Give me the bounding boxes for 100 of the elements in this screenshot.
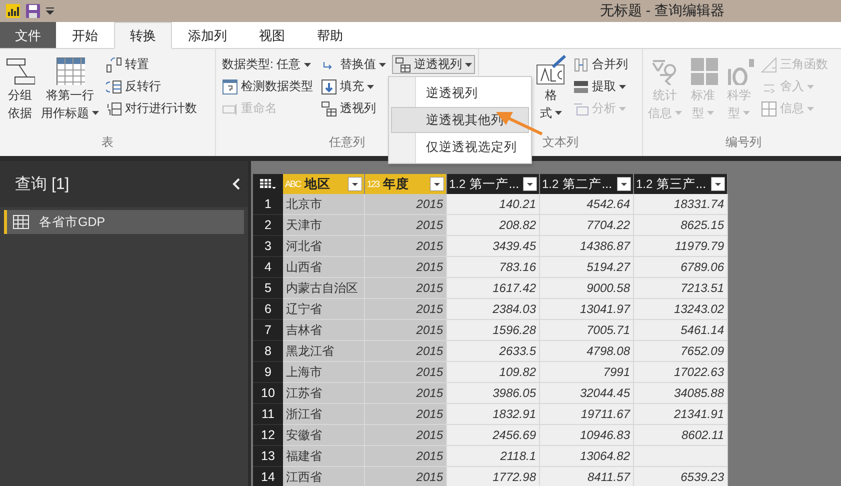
table-cell: 辽宁省 xyxy=(283,299,365,320)
row-number: 12 xyxy=(253,425,283,446)
table-cell: 3986.05 xyxy=(447,383,540,404)
file-tab[interactable]: 文件 xyxy=(0,22,56,48)
query-item[interactable]: 各省市GDP xyxy=(4,210,244,234)
table-cell: 1772.98 xyxy=(447,467,540,486)
table-cell: 8602.11 xyxy=(634,425,728,446)
filter-icon[interactable] xyxy=(348,177,362,191)
table-menu-icon[interactable] xyxy=(260,178,276,190)
pivot-icon xyxy=(395,56,411,72)
table-cell: 2118.1 xyxy=(447,446,540,467)
table-cell: 140.21 xyxy=(447,194,540,215)
row-number: 10 xyxy=(253,383,283,404)
ribbon-button[interactable]: 合并列 xyxy=(571,55,630,74)
table-cell: 10946.83 xyxy=(540,425,634,446)
column-header[interactable]: 123 年度 xyxy=(365,174,447,194)
table-cell: 2015 xyxy=(365,404,447,425)
table-cell: 江苏省 xyxy=(283,383,365,404)
ribbon-tab[interactable]: 转换 xyxy=(114,22,172,49)
table-cell: 河北省 xyxy=(283,236,365,257)
ribbon-button[interactable]: 提取 xyxy=(571,77,628,96)
table-cell: 21341.91 xyxy=(634,404,728,425)
row-number: 9 xyxy=(253,362,283,383)
row-number: 11 xyxy=(253,404,283,425)
filter-icon[interactable] xyxy=(523,177,537,191)
table-cell: 2015 xyxy=(365,425,447,446)
column-header[interactable]: ABC 地区 xyxy=(283,174,365,194)
ribbon-button[interactable]: 分组 依据 xyxy=(4,55,36,121)
reverse-icon xyxy=(106,78,122,94)
filter-icon[interactable] xyxy=(430,177,444,191)
table-cell: 2015 xyxy=(365,299,447,320)
panel-title: 查询 [1] xyxy=(15,174,70,194)
table-cell: 2015 xyxy=(365,467,447,486)
table-cell: 3439.45 xyxy=(447,236,540,257)
table-cell: 14386.87 xyxy=(540,236,634,257)
ribbon-button[interactable]: 数据类型: 任意 xyxy=(220,55,313,74)
column-header[interactable]: 1.2 第二产... xyxy=(540,174,634,194)
ribbon-button[interactable]: 对行进行计数 xyxy=(104,99,199,118)
table-cell: 7005.71 xyxy=(540,320,634,341)
window-title: 无标题 - 查询编辑器 xyxy=(600,2,724,20)
table-cell: 2633.5 xyxy=(447,341,540,362)
split-button[interactable]: 逆透视列 xyxy=(392,55,475,74)
table-cell: 2015 xyxy=(365,341,447,362)
table-cell: 7991 xyxy=(540,362,634,383)
table-cell: 2015 xyxy=(365,278,447,299)
table-cell: 2015 xyxy=(365,320,447,341)
type-label: 123 xyxy=(367,179,380,189)
customize-icon[interactable] xyxy=(46,7,54,15)
ribbon-button[interactable]: 替换值 xyxy=(319,55,388,74)
table-cell: 天津市 xyxy=(283,215,365,236)
table-cell: 13243.02 xyxy=(634,299,728,320)
row-number: 7 xyxy=(253,320,283,341)
ribbon-button[interactable]: 反转行 xyxy=(104,77,163,96)
menu-item[interactable]: 逆透视列 xyxy=(391,80,529,106)
type-label: 1.2 xyxy=(542,177,559,191)
table-cell: 2015 xyxy=(365,383,447,404)
table-cell: 2015 xyxy=(365,257,447,278)
column-header[interactable]: 1.2 第三产... xyxy=(634,174,728,194)
table-cell: 17022.63 xyxy=(634,362,728,383)
collapse-icon[interactable] xyxy=(232,178,240,190)
table-cell: 2384.03 xyxy=(447,299,540,320)
triangle-icon xyxy=(761,56,777,72)
table-cell: 2015 xyxy=(365,236,447,257)
ribbon-button[interactable]: 转置 xyxy=(104,55,151,74)
table-icon xyxy=(55,55,85,85)
pivot-icon xyxy=(321,100,337,116)
table-cell: 1617.42 xyxy=(447,278,540,299)
row-number: 13 xyxy=(253,446,283,467)
merge-icon xyxy=(573,56,589,72)
ribbon-button[interactable]: 格 式 xyxy=(535,55,567,121)
group-label: 编号列 xyxy=(726,134,762,151)
table-cell: 5461.14 xyxy=(634,320,728,341)
transpose-icon xyxy=(106,56,122,72)
group-label: 文本列 xyxy=(542,134,578,151)
count-icon xyxy=(106,100,122,116)
filter-icon[interactable] xyxy=(617,177,631,191)
table-cell: 13041.97 xyxy=(540,299,634,320)
row-number: 1 xyxy=(253,194,283,215)
ribbon-button[interactable]: 透视列 xyxy=(319,99,378,118)
table-cell: 19711.67 xyxy=(540,404,634,425)
table-cell: 北京市 xyxy=(283,194,365,215)
ribbon-button[interactable]: 检测数据类型 xyxy=(220,77,315,96)
table-cell: 福建省 xyxy=(283,446,365,467)
table-cell: 9000.58 xyxy=(540,278,634,299)
app-logo-icon xyxy=(6,4,20,18)
table-cell: 黑龙江省 xyxy=(283,341,365,362)
row-number: 3 xyxy=(253,236,283,257)
ribbon-button[interactable]: 将第一行 用作标题 xyxy=(40,55,100,121)
table-cell: 4542.64 xyxy=(540,194,634,215)
ribbon-button[interactable]: 填充 xyxy=(319,77,376,96)
table-cell: 1832.91 xyxy=(447,404,540,425)
save-icon[interactable] xyxy=(26,4,40,18)
table-cell: 2015 xyxy=(365,194,447,215)
table-icon xyxy=(13,215,29,229)
text-format-icon xyxy=(536,55,566,85)
menu-item[interactable]: 仅逆透视选定列 xyxy=(391,134,529,160)
row-number: 4 xyxy=(253,257,283,278)
filter-icon[interactable] xyxy=(711,177,725,191)
group-label: 任意列 xyxy=(329,134,365,151)
column-header[interactable]: 1.2 第一产... xyxy=(447,174,540,194)
